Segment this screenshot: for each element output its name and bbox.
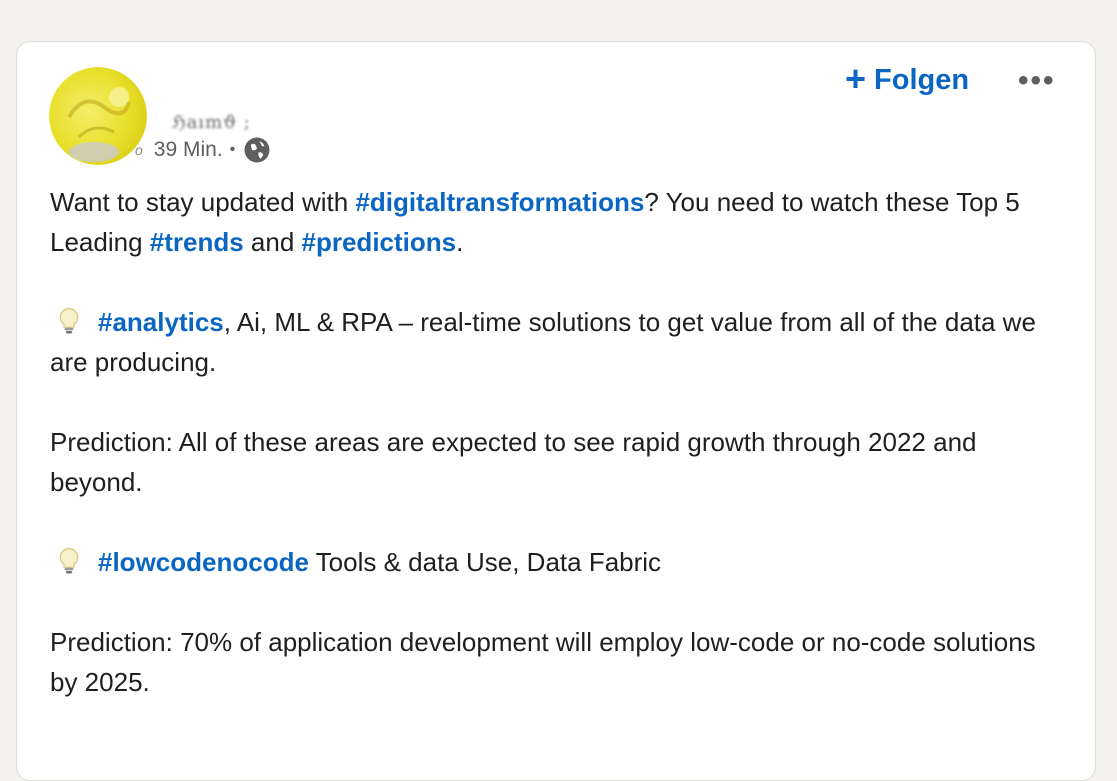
author-name[interactable]: ℌaımϑ ;	[172, 112, 251, 133]
text-segment: Want to stay updated with	[50, 187, 356, 217]
post-time: 39 Min.	[153, 138, 223, 161]
paragraph-prediction-2: Prediction: 70% of application developme…	[50, 627, 1036, 697]
text-segment: .	[456, 227, 464, 257]
paragraph-lowcode: #lowcodenocode Tools & data Use, Data Fa…	[50, 542, 1070, 582]
edited-mark: o	[135, 142, 143, 158]
paragraph-analytics: #analytics, Ai, ML & RPA – real-time sol…	[50, 302, 1070, 382]
paragraph-intro: Want to stay updated with #digitaltransf…	[50, 182, 1070, 262]
more-options-button[interactable]: •••	[1018, 64, 1056, 98]
hashtag-predictions[interactable]: #predictions	[302, 227, 457, 257]
hashtag-analytics[interactable]: #analytics	[98, 307, 224, 337]
post-meta: o 39 Min. •	[135, 135, 272, 165]
paragraph-prediction-1: Prediction: All of these areas are expec…	[50, 427, 977, 497]
lightbulb-icon	[54, 546, 84, 576]
meta-separator: •	[229, 141, 236, 158]
text-segment: and	[243, 227, 302, 257]
follow-button[interactable]: + Folgen	[845, 57, 970, 99]
plus-icon: +	[845, 57, 867, 99]
author-avatar[interactable]	[49, 67, 147, 165]
hashtag-digitaltransformations[interactable]: #digitaltransformations	[355, 187, 644, 217]
post-card: ℌaımϑ ; o 39 Min. • + Folgen ••• Want to…	[16, 41, 1096, 781]
follow-label: Folgen	[874, 64, 970, 96]
hashtag-trends[interactable]: #trends	[150, 227, 244, 257]
hashtag-lowcodenocode[interactable]: #lowcodenocode	[98, 547, 309, 577]
globe-icon	[242, 135, 272, 165]
post-text: Want to stay updated with #digitaltransf…	[50, 182, 1070, 702]
text-segment: Tools & data Use, Data Fabric	[308, 547, 662, 577]
lightbulb-icon	[54, 306, 84, 336]
